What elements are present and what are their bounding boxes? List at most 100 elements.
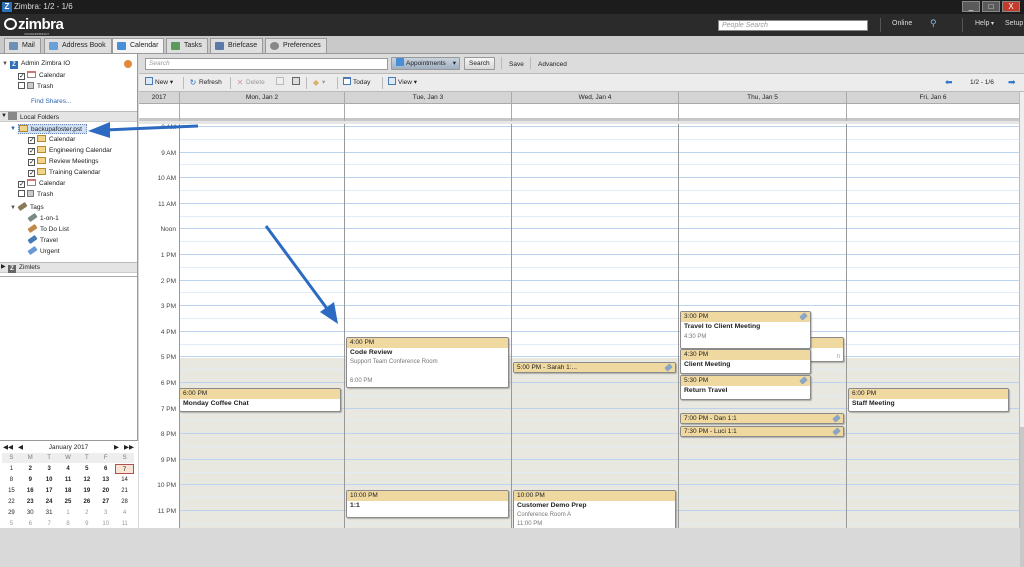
time-grid[interactable]: 8 AM 9 AM 10 AM 11 AM Noon 1 PM 2 PM 3 PM 4 PM 5 … (139, 124, 1019, 528)
mini-calendar-day[interactable]: 2 (77, 508, 96, 518)
checkbox[interactable]: ✓ (28, 137, 35, 144)
mini-calendar-day[interactable]: 20 (96, 486, 115, 496)
mini-calendar-day[interactable]: 5 (77, 464, 96, 474)
search-button[interactable]: Search (464, 57, 495, 70)
next-week-icon[interactable]: ➡ (1008, 77, 1016, 88)
folder-trash[interactable]: Trash (18, 82, 53, 92)
appointment[interactable]: 6:00 PM Staff Meeting (848, 388, 1009, 412)
mini-calendar-day[interactable]: 18 (59, 486, 78, 496)
today-button[interactable]: Today (343, 77, 370, 88)
day-header-wed[interactable]: Wed, Jan 4 (511, 92, 678, 104)
mini-calendar-day[interactable]: 21 (115, 486, 134, 496)
tab-calendar[interactable]: Calendar (112, 38, 165, 53)
tags-header[interactable]: Tags (17, 201, 44, 213)
close-button[interactable]: X (1002, 1, 1020, 12)
checkbox[interactable] (18, 190, 25, 197)
new-button[interactable]: New ▾ (145, 77, 173, 88)
advanced-search-button[interactable]: Advanced (538, 59, 567, 70)
mini-calendar-day[interactable]: 4 (115, 508, 134, 518)
tag-todo[interactable]: To Do List (27, 223, 69, 235)
checkbox[interactable]: ✓ (18, 73, 25, 80)
checkbox[interactable]: ✓ (18, 181, 25, 188)
day-header-thu[interactable]: Thu, Jan 5 (678, 92, 846, 104)
zimlets-header[interactable]: ▶ Z Zimlets (0, 262, 137, 273)
next-month-icon[interactable]: ▶ (114, 443, 119, 452)
mini-calendar-day[interactable]: 7 (115, 464, 134, 474)
collapse-icon[interactable]: ▼ (2, 61, 8, 67)
appointment[interactable]: 5:00 PM - Sarah 1:... (513, 362, 676, 373)
mini-calendar-day[interactable]: 12 (77, 475, 96, 485)
day-header-fri[interactable]: Fri, Jan 6 (846, 92, 1019, 104)
mini-calendar-day[interactable]: 24 (40, 497, 59, 507)
mini-calendar-day[interactable]: 10 (40, 475, 59, 485)
local-folders-header[interactable]: ▼ Local Folders (0, 111, 137, 122)
pst-training-calendar[interactable]: ✓ Training Calendar (28, 168, 100, 178)
mini-calendar-day[interactable]: 1 (2, 464, 21, 474)
mini-calendar-day[interactable]: 17 (40, 486, 59, 496)
mini-calendar-day[interactable]: 19 (77, 486, 96, 496)
tab-address-book[interactable]: Address Book (44, 38, 112, 53)
mini-calendar-day[interactable]: 15 (2, 486, 21, 496)
tag-travel[interactable]: Travel (27, 234, 58, 246)
mini-calendar-day[interactable]: 13 (96, 475, 115, 485)
mini-calendar-day[interactable]: 4 (59, 464, 78, 474)
folder-pst[interactable]: backupafoster.pst (18, 124, 87, 134)
zimbra-logo[interactable]: zimbra A SYNACOR PRODUCT (4, 16, 64, 36)
tab-tasks[interactable]: Tasks (166, 38, 208, 53)
vertical-scrollbar[interactable] (1019, 92, 1024, 567)
prev-month-icon[interactable]: ◀ (18, 443, 23, 452)
pst-engineering-calendar[interactable]: ✓ Engineering Calendar (28, 146, 112, 156)
maximize-button[interactable]: □ (982, 1, 1000, 12)
appointment[interactable]: 7:00 PM - Dan 1:1 (680, 413, 844, 424)
tag-urgent[interactable]: Urgent (27, 245, 60, 257)
pst-review-meetings[interactable]: ✓ Review Meetings (28, 157, 99, 167)
local-trash[interactable]: Trash (18, 190, 53, 200)
mini-calendar-day[interactable]: 28 (115, 497, 134, 507)
print-button[interactable] (292, 77, 302, 88)
local-calendar[interactable]: ✓ Calendar (18, 179, 65, 189)
tab-preferences[interactable]: Preferences (265, 38, 327, 53)
checkbox[interactable]: ✓ (28, 170, 35, 177)
folder-calendar[interactable]: ✓ Calendar (18, 71, 65, 81)
mini-calendar-day[interactable]: 8 (2, 475, 21, 485)
appointment[interactable]: 10:00 PM Customer Demo Prep Conference R… (513, 490, 676, 528)
refresh-button[interactable]: ↻ Refresh (189, 77, 222, 88)
view-button[interactable]: View ▾ (388, 77, 417, 88)
day-header-mon[interactable]: Mon, Jan 2 (179, 92, 344, 104)
mini-calendar-day[interactable]: 6 (96, 464, 115, 474)
online-status[interactable]: Online (892, 20, 912, 27)
tag-1on1[interactable]: 1-on-1 (27, 212, 59, 224)
account-header[interactable]: Z Admin Zimbra IO (10, 59, 70, 69)
mini-calendar-day[interactable]: 3 (40, 464, 59, 474)
help-menu[interactable]: Help (975, 20, 989, 27)
mini-calendar-day[interactable]: 30 (21, 508, 40, 518)
mini-calendar-day[interactable]: 22 (2, 497, 21, 507)
checkbox[interactable] (18, 82, 25, 89)
mini-calendar-day[interactable]: 14 (115, 475, 134, 485)
prev-year-icon[interactable]: ◀◀ (3, 443, 13, 452)
account-settings-icon[interactable] (124, 60, 132, 68)
checkbox[interactable]: ✓ (28, 148, 35, 155)
tab-briefcase[interactable]: Briefcase (210, 38, 264, 53)
presence-icon[interactable]: ⚲ (930, 18, 937, 29)
appointment[interactable]: 7:30 PM - Luci 1:1 (680, 426, 844, 437)
chevron-down-icon[interactable]: ▾ (991, 20, 994, 27)
mini-calendar-day[interactable]: 11 (59, 475, 78, 485)
mini-calendar-day[interactable]: 3 (96, 508, 115, 518)
checkbox[interactable]: ✓ (28, 159, 35, 166)
save-search-button[interactable]: Save (509, 59, 524, 70)
collapse-icon[interactable]: ▼ (1, 112, 7, 121)
move-button[interactable] (276, 77, 286, 88)
mini-calendar-day[interactable]: 1 (59, 508, 78, 518)
mini-calendar-day[interactable]: 26 (77, 497, 96, 507)
appointment[interactable]: 3:00 PM Travel to Client Meeting 4:30 PM (680, 311, 811, 349)
find-shares-link[interactable]: Find Shares... (31, 97, 71, 107)
appointment[interactable]: 5:30 PM Return Travel (680, 375, 811, 400)
mini-calendar-day[interactable]: 16 (21, 486, 40, 496)
scrollbar-thumb[interactable] (1020, 427, 1024, 567)
delete-button[interactable]: ✕ Delete (236, 77, 265, 88)
collapse-icon[interactable]: ▼ (10, 126, 16, 132)
prev-week-icon[interactable]: ⬅ (945, 77, 953, 88)
appointment[interactable]: 4:00 PM Code Review Support Team Confere… (346, 337, 509, 388)
all-day-row[interactable] (139, 104, 1019, 121)
